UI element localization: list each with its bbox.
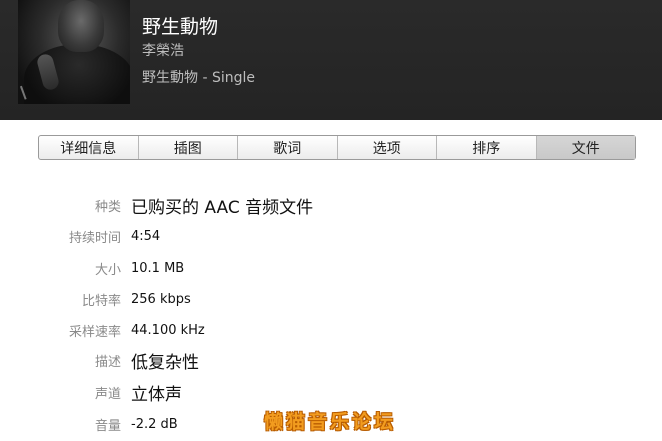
file-info-value: 44.100 kHz	[131, 322, 205, 338]
artwork-figure-head	[58, 0, 104, 52]
file-info-row-bitrate: 比特率 256 kbps	[0, 285, 662, 313]
song-title: 野生動物	[142, 16, 219, 38]
tab-file[interactable]: 文件	[536, 136, 635, 159]
info-tab-bar: 详细信息 插图 歌词 选项 排序 文件	[38, 135, 636, 160]
song-artist: 李榮浩	[142, 43, 184, 59]
file-info-row-kind: 种类 已购买的 AAC 音频文件	[0, 191, 662, 219]
file-info-label: 持续时间	[68, 230, 121, 246]
file-info-label: 比特率	[81, 293, 121, 309]
file-info-row-description: 描述 低复杂性	[0, 346, 662, 374]
tab-lyrics[interactable]: 歌词	[238, 136, 338, 159]
file-info-value: 10.1 MB	[131, 260, 185, 276]
file-info-label: 描述	[94, 354, 121, 370]
file-info-row-channels: 声道 立体声	[0, 378, 662, 406]
file-info-value: 低复杂性	[131, 352, 199, 373]
file-info-value: 立体声	[131, 384, 182, 405]
file-info-row-size: 大小 10.1 MB	[0, 254, 662, 282]
song-header: 野生動物 李榮浩 野生動物 - Single	[0, 0, 662, 120]
file-info-row-sample-rate: 采样速率 44.100 kHz	[0, 316, 662, 344]
file-info-value: -2.2 dB	[131, 416, 178, 432]
file-info-label: 大小	[94, 262, 121, 278]
file-info-label: 声道	[94, 386, 121, 402]
file-info-label: 音量	[94, 418, 121, 434]
file-info-label: 采样速率	[68, 324, 121, 340]
file-info-label: 种类	[94, 199, 121, 215]
file-info-row-duration: 持续时间 4:54	[0, 222, 662, 250]
file-info-value: 256 kbps	[131, 291, 191, 307]
song-album: 野生動物 - Single	[142, 70, 255, 86]
tab-details[interactable]: 详细信息	[39, 136, 139, 159]
tab-sorting[interactable]: 排序	[437, 136, 537, 159]
tab-options[interactable]: 选项	[338, 136, 437, 159]
album-artwork	[18, 0, 130, 104]
forum-watermark: 懒猫音乐论坛	[250, 403, 410, 437]
file-info-value: 已购买的 AAC 音频文件	[131, 197, 314, 218]
tab-artwork[interactable]: 插图	[139, 136, 238, 159]
file-info-value: 4:54	[131, 228, 161, 244]
